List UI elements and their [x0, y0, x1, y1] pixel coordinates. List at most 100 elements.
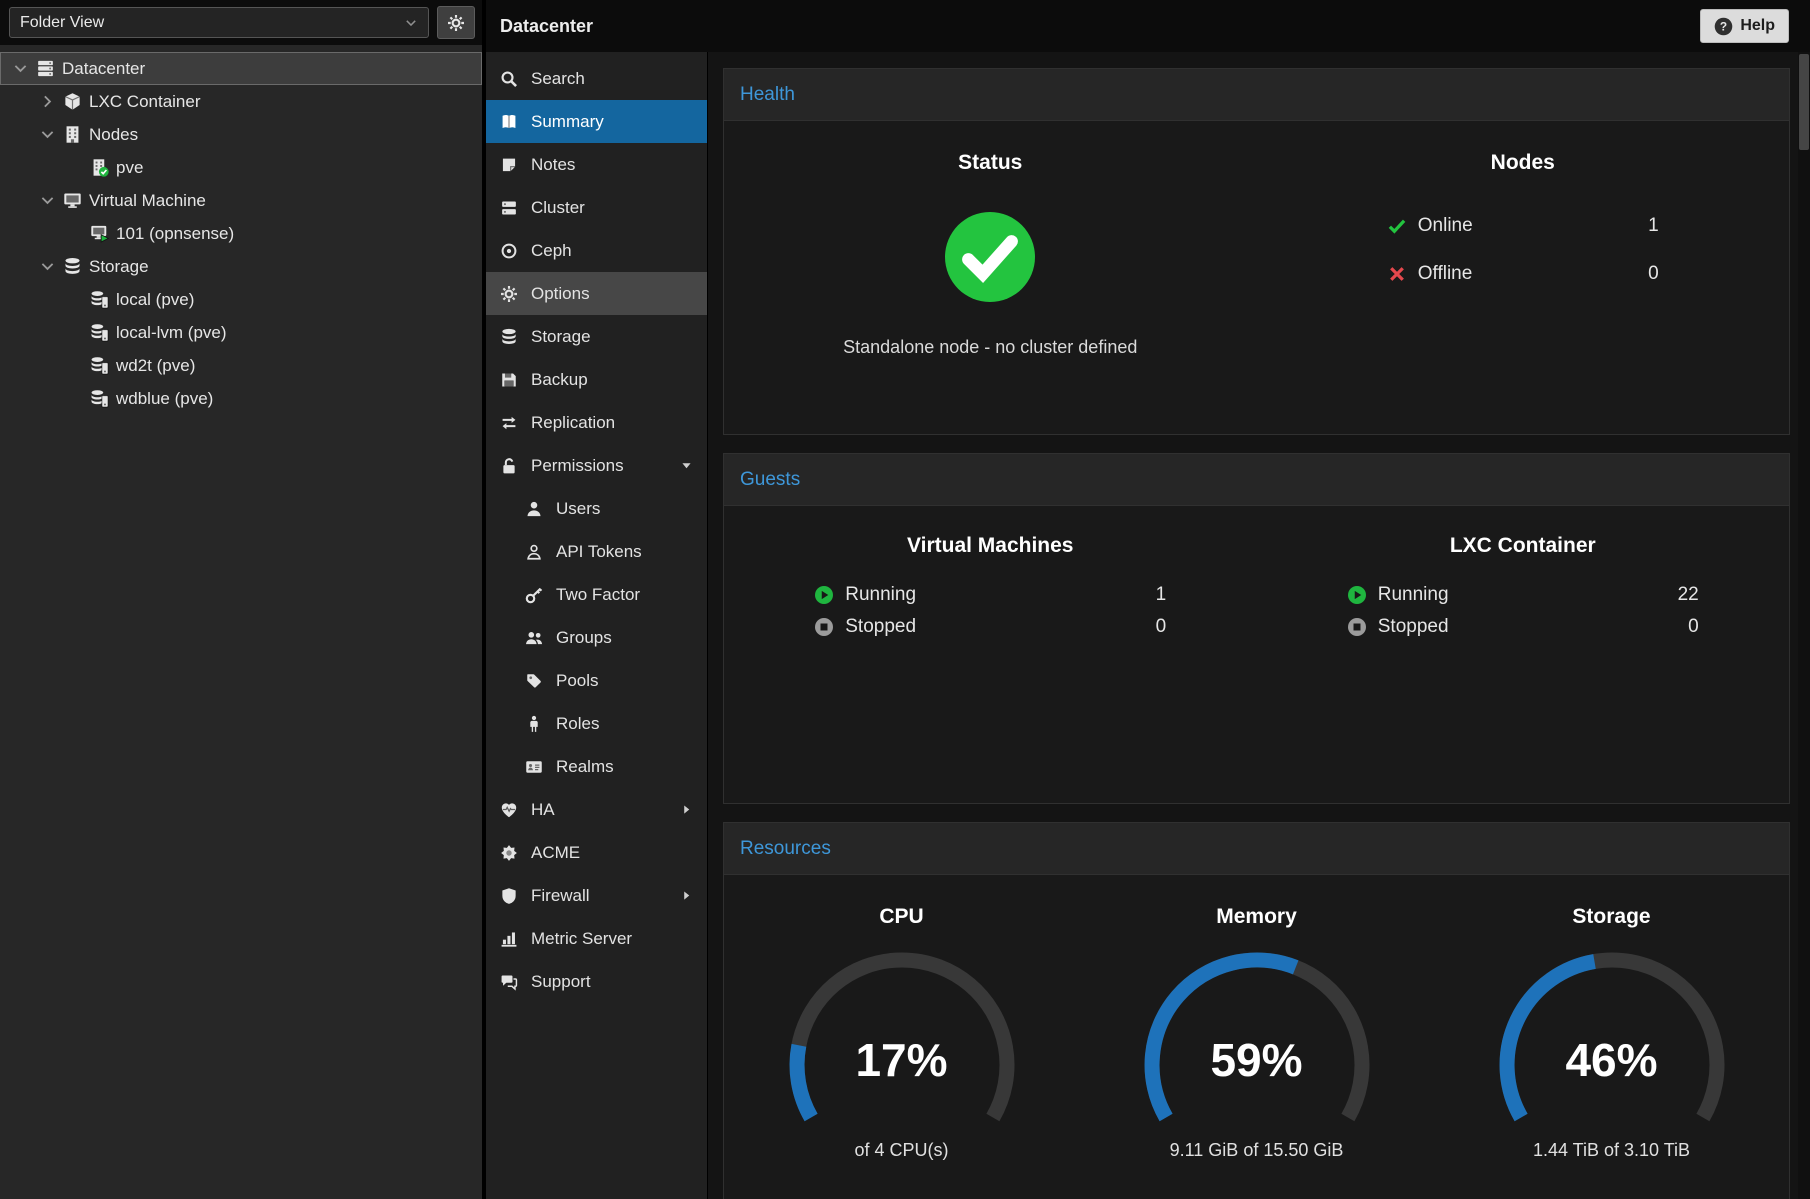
node-online-icon — [90, 158, 109, 177]
page-title: Datacenter — [500, 16, 593, 37]
status-value: 1 — [1648, 215, 1659, 237]
guests-column-lxc-container: LXC ContainerRunning22Stopped0 — [1257, 534, 1790, 648]
menu-item-ceph[interactable]: Ceph — [486, 229, 707, 272]
content-header: Datacenter ? Help — [486, 0, 1810, 52]
scrollbar-thumb[interactable] — [1799, 54, 1809, 150]
gauge-subtitle: 1.44 TiB of 3.10 TiB — [1434, 1140, 1789, 1161]
shield-icon — [500, 887, 518, 905]
tree-node-label: wd2t (pve) — [116, 356, 195, 376]
gear-icon — [447, 14, 465, 32]
menu-item-replication[interactable]: Replication — [486, 401, 707, 444]
chevron-down-icon — [404, 16, 418, 30]
person-icon — [525, 715, 543, 733]
unlock-icon — [500, 457, 518, 475]
nodes-status-rows: Online1Offline0 — [1387, 215, 1659, 285]
health-panel-title: Health — [724, 69, 1789, 121]
status-message: Standalone node - no cluster defined — [724, 337, 1257, 358]
tree-node-storage[interactable]: Storage — [0, 250, 482, 283]
storage-drive-icon — [90, 290, 109, 309]
tree-node-label: local (pve) — [116, 290, 194, 310]
menu-item-notes[interactable]: Notes — [486, 143, 707, 186]
menu-item-cluster[interactable]: Cluster — [486, 186, 707, 229]
menu-item-ha[interactable]: HA — [486, 788, 707, 831]
menu-item-summary[interactable]: Summary — [486, 100, 707, 143]
cube-icon — [63, 92, 82, 111]
nodes-title: Nodes — [1257, 151, 1790, 175]
stop-circle-icon — [814, 617, 834, 637]
menu-item-label: HA — [531, 800, 555, 820]
tree-node-101-opnsense[interactable]: 101 (opnsense) — [0, 217, 482, 250]
guest-state-label: Stopped — [845, 616, 916, 638]
menu-item-label: Search — [531, 69, 585, 89]
menu-item-options[interactable]: Options — [486, 272, 707, 315]
datacenter-menu: Search Summary Notes ClusterCephOptions Stor… — [486, 52, 708, 1199]
gauge-title: Storage — [1434, 905, 1789, 929]
tree-node-local-lvm-pve[interactable]: local-lvm (pve) — [0, 316, 482, 349]
svg-text:?: ? — [1720, 19, 1727, 33]
menu-item-support[interactable]: Support — [486, 960, 707, 1003]
gauge-title: Memory — [1079, 905, 1434, 929]
main-area: Datacenter ? Help Search Summary Notes Clus… — [486, 0, 1810, 1199]
support-icon — [500, 973, 518, 991]
tree-node-label: LXC Container — [89, 92, 201, 112]
server-icon — [36, 59, 55, 78]
view-mode-select[interactable]: Folder View — [9, 7, 429, 38]
tree-node-label: Storage — [89, 257, 149, 277]
guest-row-running: Running1 — [814, 584, 1166, 606]
chevron-right-icon — [39, 92, 56, 111]
resource-gauge-cpu: CPU17%of 4 CPU(s) — [724, 905, 1079, 1161]
menu-item-label: Two Factor — [556, 585, 640, 605]
tree-node-wdblue-pve[interactable]: wdblue (pve) — [0, 382, 482, 415]
menu-item-label: Firewall — [531, 886, 590, 906]
guests-column-title: Virtual Machines — [724, 534, 1257, 558]
menu-item-api-tokens[interactable]: API Tokens — [486, 530, 707, 573]
menu-item-groups[interactable]: Groups — [486, 616, 707, 659]
cluster-status-icon-wrap — [724, 209, 1257, 305]
help-button[interactable]: ? Help — [1700, 9, 1789, 43]
menu-item-realms[interactable]: Realms — [486, 745, 707, 788]
storage-drive-icon — [90, 389, 109, 408]
menu-item-storage[interactable]: Storage — [486, 315, 707, 358]
menu-item-pools[interactable]: Pools — [486, 659, 707, 702]
cluster-icon — [500, 199, 518, 217]
menu-item-search[interactable]: Search — [486, 57, 707, 100]
resource-tree-panel: Folder View Datacenter LXC Container Nodes… — [0, 0, 486, 1199]
view-mode-value: Folder View — [20, 14, 104, 32]
menu-item-label: Replication — [531, 413, 615, 433]
gauge-value: 59% — [1087, 1033, 1427, 1087]
menu-item-acme[interactable]: ACME — [486, 831, 707, 874]
key-icon — [525, 586, 543, 604]
tree-node-local-pve[interactable]: local (pve) — [0, 283, 482, 316]
replication-icon — [500, 414, 518, 432]
tree-options-button[interactable] — [437, 6, 475, 39]
tree-toolbar: Folder View — [0, 0, 482, 45]
content-scrollbar[interactable] — [1798, 52, 1810, 1199]
menu-item-users[interactable]: Users — [486, 487, 707, 530]
menu-item-label: Storage — [531, 327, 591, 347]
menu-item-metric-server[interactable]: Metric Server — [486, 917, 707, 960]
tree-node-nodes[interactable]: Nodes — [0, 118, 482, 151]
menu-item-two-factor[interactable]: Two Factor — [486, 573, 707, 616]
menu-item-permissions[interactable]: Permissions — [486, 444, 707, 487]
stop-circle-icon — [1347, 617, 1367, 637]
tree-node-datacenter[interactable]: Datacenter — [0, 52, 482, 85]
tree-node-pve[interactable]: pve — [0, 151, 482, 184]
resources-panel: Resources CPU17%of 4 CPU(s)Memory59%9.11… — [723, 822, 1790, 1199]
resource-tree: Datacenter LXC Container Nodespve Virtual M… — [0, 45, 482, 1199]
caret-right-icon — [680, 803, 693, 816]
menu-item-roles[interactable]: Roles — [486, 702, 707, 745]
database-icon — [63, 257, 82, 276]
menu-item-label: Backup — [531, 370, 588, 390]
certificate-icon — [500, 844, 518, 862]
menu-item-label: Notes — [531, 155, 575, 175]
menu-item-backup[interactable]: Backup — [486, 358, 707, 401]
gauge-chart: 46% — [1442, 947, 1782, 1132]
play-circle-icon — [814, 585, 834, 605]
tree-node-wd2t-pve[interactable]: wd2t (pve) — [0, 349, 482, 382]
menu-item-firewall[interactable]: Firewall — [486, 874, 707, 917]
tree-node-label: Virtual Machine — [89, 191, 206, 211]
gauge-subtitle: 9.11 GiB of 15.50 GiB — [1079, 1140, 1434, 1161]
caret-right-icon — [680, 889, 693, 902]
tree-node-virtual-machine[interactable]: Virtual Machine — [0, 184, 482, 217]
tree-node-lxc-container[interactable]: LXC Container — [0, 85, 482, 118]
